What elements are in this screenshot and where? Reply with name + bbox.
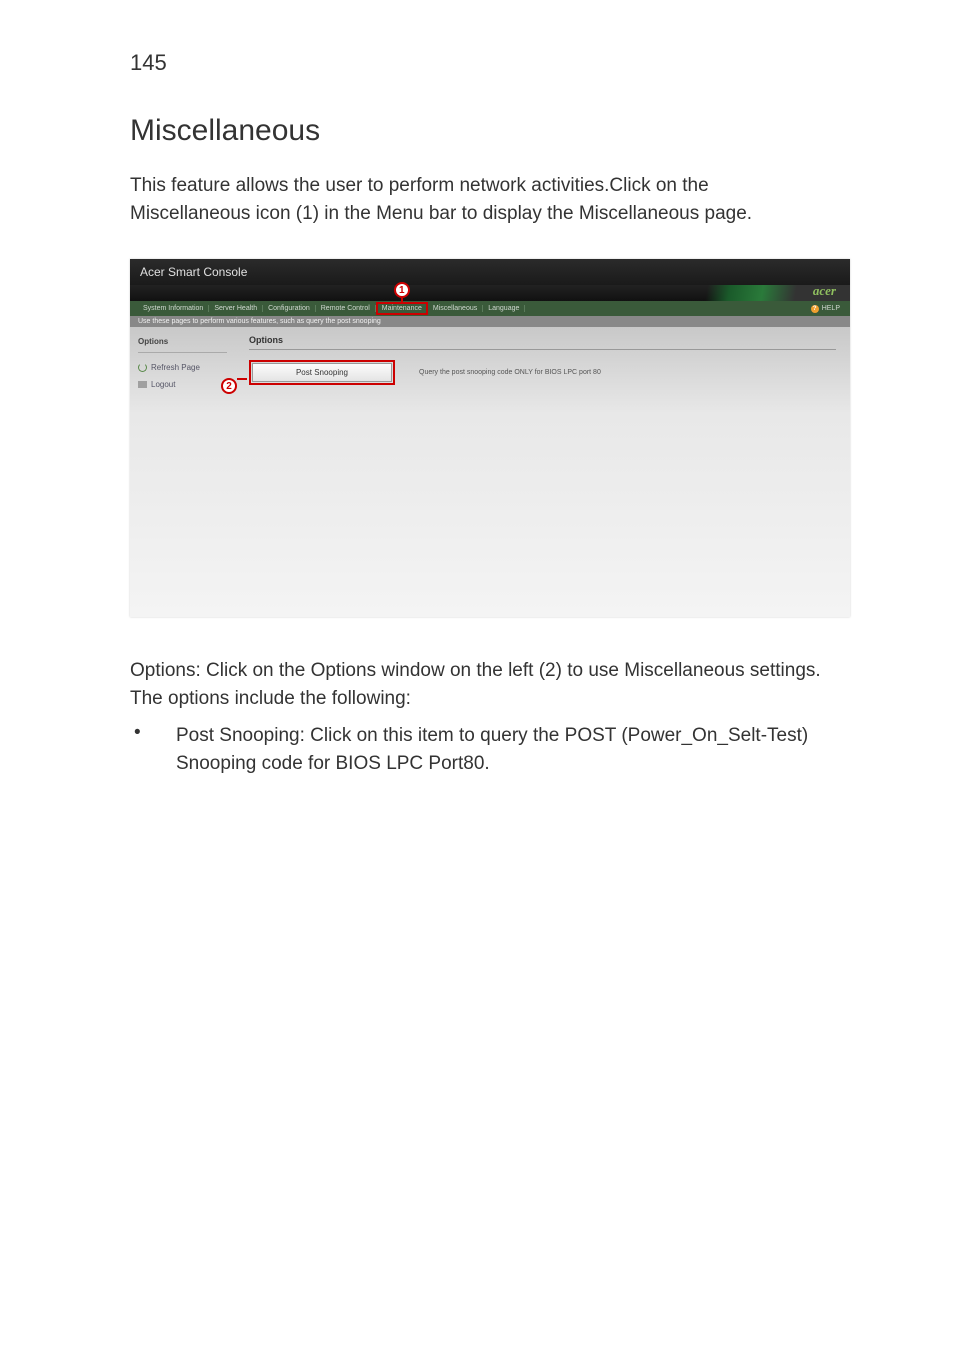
options-paragraph: Options: Click on the Options window on … [130, 657, 824, 712]
menu-configuration[interactable]: Configuration [263, 305, 316, 312]
sidebar-heading: Options [138, 337, 227, 353]
callout-marker-2: 2 [221, 378, 237, 394]
help-link[interactable]: ? HELP [811, 305, 840, 313]
sidebar-refresh-page[interactable]: Refresh Page [138, 363, 227, 372]
main-divider [249, 349, 836, 350]
intro-paragraph: This feature allows the user to perform … [130, 172, 824, 227]
logo-bar: acer [130, 285, 850, 301]
section-heading: Miscellaneous [130, 114, 824, 148]
main-panel: Options 2 Post Snooping Query the post s… [235, 327, 850, 617]
main-options-heading: Options [249, 335, 836, 345]
brand-logo: acer [813, 283, 836, 299]
console-titlebar: Acer Smart Console [130, 259, 850, 285]
bullet-marker: • [134, 722, 176, 744]
menu-bar: System Information Server Health Configu… [130, 301, 850, 316]
menu-miscellaneous[interactable]: Miscellaneous [428, 305, 483, 312]
sidebar-logout[interactable]: Logout [138, 380, 227, 389]
menu-remote-control[interactable]: Remote Control [316, 305, 376, 312]
embedded-screenshot: Acer Smart Console acer System Informati… [130, 259, 850, 617]
refresh-icon [138, 363, 147, 372]
help-icon: ? [811, 305, 819, 313]
menu-language[interactable]: Language [483, 305, 525, 312]
post-snooping-description: Query the post snooping code ONLY for BI… [419, 369, 601, 376]
sidebar-refresh-label: Refresh Page [151, 363, 200, 372]
post-snooping-highlight: Post Snooping [249, 360, 395, 385]
callout-marker-1: 1 [394, 282, 410, 298]
logout-icon [138, 381, 147, 388]
bullet-item: • Post Snooping: Click on this item to q… [134, 722, 824, 777]
post-snooping-button[interactable]: Post Snooping [252, 363, 392, 382]
bullet-text: Post Snooping: Click on this item to que… [176, 722, 824, 777]
sub-description-bar: Use these pages to perform various featu… [130, 316, 850, 327]
sidebar: Options Refresh Page Logout [130, 327, 235, 617]
callout-connector-2 [237, 378, 247, 380]
page-number: 145 [130, 50, 824, 76]
help-label: HELP [822, 305, 840, 312]
menu-system-information[interactable]: System Information [138, 305, 209, 312]
options-row: 2 Post Snooping Query the post snooping … [249, 360, 836, 385]
menu-maintenance-label: Maintenance [382, 305, 422, 312]
sidebar-logout-label: Logout [151, 380, 175, 389]
console-title: Acer Smart Console [140, 265, 247, 279]
callout-connector-1 [401, 298, 403, 304]
menu-server-health[interactable]: Server Health [209, 305, 263, 312]
menu-maintenance-highlighted[interactable]: Maintenance 1 [376, 302, 428, 315]
console-body: Options Refresh Page Logout Options 2 Po… [130, 327, 850, 617]
